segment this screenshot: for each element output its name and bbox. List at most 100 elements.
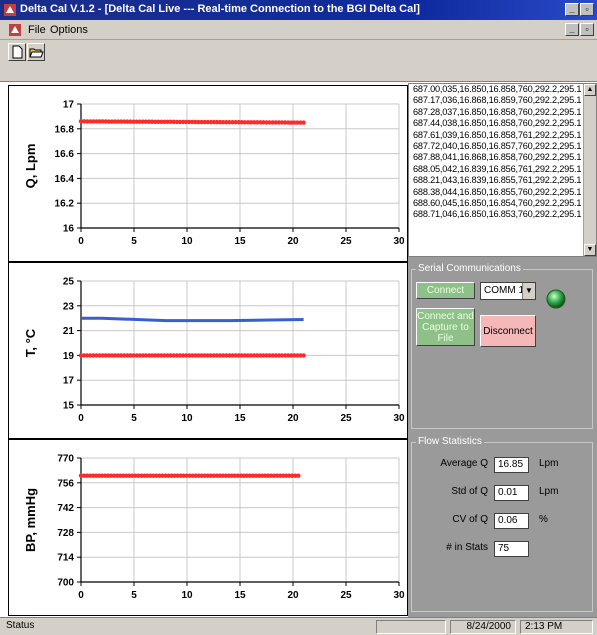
connect-capture-label-2: Capture to File: [422, 321, 469, 344]
y-tick-label: 15: [63, 401, 75, 412]
menu-file[interactable]: File: [28, 24, 46, 36]
n-in-stats-field[interactable]: 75: [494, 541, 529, 557]
y-tick-label: 700: [57, 578, 74, 589]
restore-button[interactable]: ▫: [580, 3, 594, 16]
x-tick-label: 10: [181, 413, 193, 424]
y-tick-label: 25: [63, 277, 75, 288]
average-q-field[interactable]: 16.85: [494, 457, 529, 473]
x-tick-label: 15: [234, 413, 246, 424]
document-icon: [9, 24, 21, 36]
std-q-value: 0.01: [498, 487, 518, 498]
cv-q-value: 0.06: [498, 515, 518, 526]
data-log-scrollbar[interactable]: ▲ ▼: [583, 84, 596, 256]
data-log-lines: 687.00,035,16.850,16.858,760,292.2,295.1…: [409, 84, 596, 221]
x-tick-label: 30: [393, 413, 405, 424]
x-tick-label: 0: [78, 590, 84, 601]
x-tick-label: 20: [287, 236, 299, 247]
chevron-down-icon[interactable]: ▼: [522, 283, 535, 299]
status-led-icon: [546, 289, 566, 309]
temperature-chart-svg: 0 5 10 15 20 25 30 25 23 21 19 17 15 T, °C: [23, 277, 405, 425]
menu-file-label: File: [28, 24, 46, 36]
pressure-chart-svg: 0 5 10 15 20 25 30 770 756 742 728 714 700 BP, mmHg: [23, 454, 405, 602]
open-button[interactable]: [27, 43, 45, 61]
y-axis-title: BP, mmHg: [23, 488, 38, 552]
minimize-button[interactable]: _: [565, 3, 579, 16]
scroll-down-icon[interactable]: ▼: [584, 244, 596, 256]
disconnect-button-label: Disconnect: [483, 325, 533, 337]
x-tick-label: 5: [131, 590, 137, 601]
x-tick-label: 25: [340, 236, 352, 247]
data-log-line: 687.44,038,16.850,16.858,760,292.2,295.1: [413, 118, 582, 129]
new-button[interactable]: [8, 43, 26, 61]
cv-q-label: CV of Q: [452, 514, 488, 525]
menu-options[interactable]: Options: [50, 24, 88, 36]
y-axis-title: Q, Lpm: [23, 144, 38, 189]
data-log-line: 687.72,040,16.850,16.857,760,292.2,295.1: [413, 141, 582, 152]
port-select-value: COMM 1: [484, 285, 524, 296]
x-tick-label: 0: [78, 236, 84, 247]
disconnect-button[interactable]: Disconnect: [480, 315, 536, 347]
average-q-value: 16.85: [498, 459, 524, 470]
std-q-field[interactable]: 0.01: [494, 485, 529, 501]
data-point: [301, 120, 306, 125]
status-spacer: [376, 620, 446, 634]
temperature-chart: 0 5 10 15 20 25 30 25 23 21 19 17 15 T, °C: [8, 262, 408, 439]
menu-bar: File Options _ ▫: [0, 20, 597, 40]
serial-communications-group: Serial Communications Connect COMM 1 ▼ C…: [411, 263, 593, 429]
x-tick-label: 20: [287, 590, 299, 601]
cv-q-field[interactable]: 0.06: [494, 513, 529, 529]
data-log-line: 688.38,044,16.850,16.855,760,292.2,295.1: [413, 186, 582, 197]
child-minimize-button[interactable]: _: [565, 23, 579, 36]
x-tick-label: 10: [181, 236, 193, 247]
data-log-line: 687.00,035,16.850,16.858,760,292.2,295.1: [413, 84, 582, 94]
toolbar: [0, 40, 597, 82]
data-log-line: 687.17,036,16.868,16.859,760,292.2,295.1: [413, 95, 582, 106]
connect-capture-button[interactable]: Connect and Capture to File: [416, 308, 475, 346]
y-tick-label: 21: [63, 326, 75, 337]
new-document-icon: [12, 45, 23, 59]
window-title: Delta Cal V.1.2 - [Delta Cal Live --- Re…: [20, 3, 420, 15]
y-tick-label: 19: [63, 351, 75, 362]
flow-chart: 0 5 10 15 20 25 30 17 16.8 16.6 16.4 16.2 16 Q, Lpm: [8, 85, 408, 262]
menu-options-label: Options: [50, 24, 88, 36]
connect-button[interactable]: Connect: [416, 282, 475, 299]
data-log-line: 688.60,045,16.850,16.854,760,292.2,295.1: [413, 198, 582, 209]
x-tick-label: 10: [181, 590, 193, 601]
y-tick-label: 23: [63, 301, 75, 312]
y-tick-label: 714: [57, 553, 74, 564]
y-tick-label: 16.4: [55, 174, 75, 185]
status-date: 8/24/2000: [450, 620, 516, 634]
y-tick-label: 17: [63, 100, 75, 111]
status-text: Status: [6, 620, 35, 631]
open-folder-icon: [29, 48, 44, 58]
data-log-list[interactable]: 687.00,035,16.850,16.858,760,292.2,295.1…: [408, 83, 597, 257]
y-tick-label: 728: [57, 528, 74, 539]
scroll-up-icon[interactable]: ▲: [584, 84, 596, 96]
y-tick-label: 16.2: [55, 199, 75, 210]
data-point: [296, 473, 301, 478]
data-log-line: 688.21,043,16.839,16.855,761,292.2,295.1: [413, 175, 582, 186]
y-tick-label: 756: [57, 478, 74, 489]
y-tick-label: 742: [57, 503, 74, 514]
data-log-line: 687.88,041,16.868,16.858,760,292.2,295.1: [413, 152, 582, 163]
data-log-line: 687.61,039,16.850,16.858,761,292.2,295.1: [413, 129, 582, 140]
y-tick-label: 16.8: [55, 124, 75, 135]
status-bar: Status 8/24/2000 2:13 PM: [0, 617, 597, 635]
data-point: [301, 353, 306, 358]
flow-chart-svg: 0 5 10 15 20 25 30 17 16.8 16.6 16.4 16.2 16 Q, Lpm: [23, 100, 405, 248]
status-time: 2:13 PM: [520, 620, 593, 634]
title-bar: Delta Cal V.1.2 - [Delta Cal Live --- Re…: [0, 0, 597, 20]
child-restore-button[interactable]: ▫: [580, 23, 594, 36]
data-log-line: 688.05,042,16.839,16.856,761,292.2,295.1: [413, 163, 582, 174]
cv-q-unit: %: [539, 514, 548, 525]
series-line: [81, 316, 304, 323]
x-tick-label: 15: [234, 236, 246, 247]
x-tick-label: 20: [287, 413, 299, 424]
flow-statistics-group: Flow Statistics Average Q 16.85 Lpm Std …: [411, 436, 593, 612]
x-tick-label: 30: [393, 236, 405, 247]
y-axis-title: T, °C: [23, 328, 38, 357]
data-log-line: 688.71,046,16.850,16.853,760,292.2,295.1: [413, 209, 582, 220]
x-tick-label: 0: [78, 413, 84, 424]
n-in-stats-label: # in Stats: [446, 542, 488, 553]
port-select[interactable]: COMM 1 ▼: [480, 282, 536, 300]
